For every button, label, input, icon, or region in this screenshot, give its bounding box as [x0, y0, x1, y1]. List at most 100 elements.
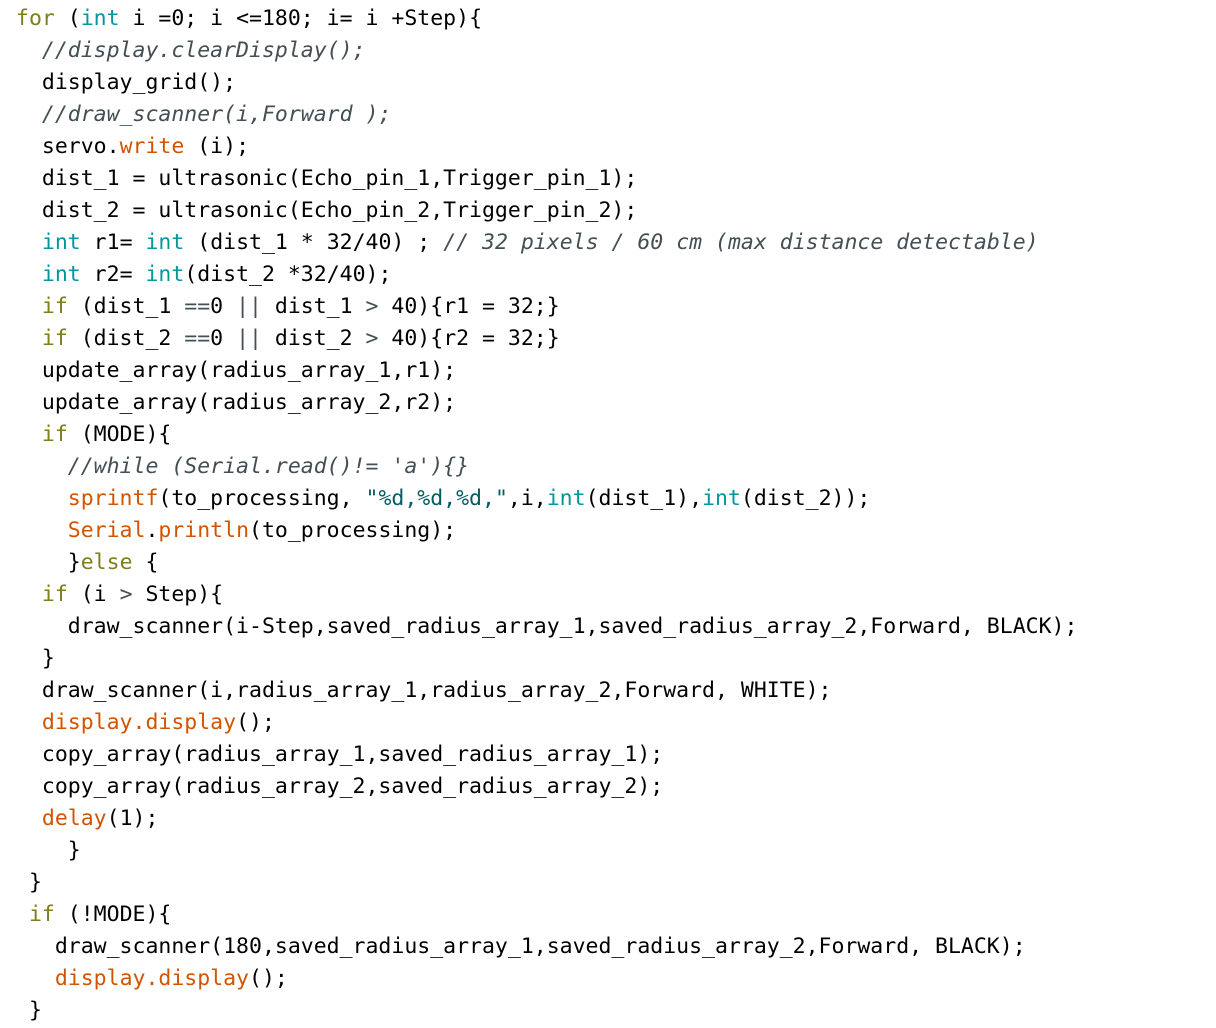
- code-line[interactable]: if (!MODE){: [16, 899, 1216, 931]
- code-token-fn: display.display: [41, 710, 237, 735]
- code-token-pl: (i: [67, 582, 120, 607]
- code-token-pl: 0: [210, 294, 237, 319]
- code-token-type: int: [145, 262, 185, 287]
- code-line[interactable]: for (int i =0; i <=180; i= i +Step){: [16, 3, 1216, 35]
- code-line[interactable]: copy_array(radius_array_1,saved_radius_a…: [16, 739, 1216, 771]
- code-token-pl: servo.: [16, 134, 120, 159]
- code-line[interactable]: copy_array(radius_array_2,saved_radius_a…: [16, 771, 1216, 803]
- code-token-pl: {: [132, 550, 159, 575]
- code-token-opg: ==: [184, 326, 211, 351]
- code-token-pl: copy_array(radius_array_1,saved_radius_a…: [16, 742, 664, 767]
- code-token-pl: (dist_2 *32/40);: [184, 262, 392, 287]
- code-token-pl: dist_1 = ultrasonic(Echo_pin_1,Trigger_p…: [16, 166, 638, 191]
- code-token-kw: for: [16, 6, 55, 31]
- code-token-fn: delay: [41, 806, 107, 831]
- code-token-cmt: //draw_scanner(i,Forward );: [41, 102, 392, 127]
- code-line[interactable]: int r1= int (dist_1 * 32/40) ; // 32 pix…: [16, 227, 1216, 259]
- code-token-pl: (to_processing,: [158, 486, 366, 511]
- code-token-fn: display.display: [54, 966, 250, 991]
- code-token-kw: if: [41, 582, 68, 607]
- code-line[interactable]: if (i > Step){: [16, 579, 1216, 611]
- code-token-cmt: //display.clearDisplay();: [41, 38, 366, 63]
- code-token-cmt: // 32 pixels / 60 cm (max distance detec…: [443, 230, 1039, 255]
- code-line[interactable]: draw_scanner(i,radius_array_1,radius_arr…: [16, 675, 1216, 707]
- code-line[interactable]: int r2= int(dist_2 *32/40);: [16, 259, 1216, 291]
- code-token-kw: if: [41, 422, 68, 447]
- code-token-pl: 40){r1 = 32;}: [378, 294, 560, 319]
- code-token-pl: (: [54, 6, 81, 31]
- code-token-type: int: [145, 230, 185, 255]
- code-token-pl: .: [145, 518, 159, 543]
- code-token-fn: println: [158, 518, 250, 543]
- code-token-pl: ,i,: [507, 486, 547, 511]
- code-token-fn: write: [119, 134, 185, 159]
- code-token-pl: update_array(radius_array_1,r1);: [16, 358, 457, 383]
- code-line[interactable]: //display.clearDisplay();: [16, 35, 1216, 67]
- code-line[interactable]: }: [16, 995, 1216, 1027]
- code-token-pl: (MODE){: [67, 422, 172, 447]
- code-line[interactable]: sprintf(to_processing, "%d,%d,%d,",i,int…: [16, 483, 1216, 515]
- code-token-pl: draw_scanner(180,saved_radius_array_1,sa…: [16, 934, 1026, 959]
- code-token-pl: copy_array(radius_array_2,saved_radius_a…: [16, 774, 664, 799]
- code-token-opg: ||: [236, 294, 262, 319]
- code-token-type: int: [702, 486, 741, 511]
- code-line[interactable]: if (MODE){: [16, 419, 1216, 451]
- code-token-pl: 40){r2 = 32;}: [378, 326, 560, 351]
- code-line[interactable]: }: [16, 643, 1216, 675]
- code-token-opg: ||: [236, 326, 262, 351]
- code-token-opg: ==: [184, 294, 211, 319]
- code-token-pl: r2=: [80, 262, 146, 287]
- code-token-type: int: [546, 486, 586, 511]
- code-token-pl: r1=: [80, 230, 146, 255]
- code-token-kw: if: [28, 902, 55, 927]
- code-line[interactable]: update_array(radius_array_2,r2);: [16, 387, 1216, 419]
- source-code-block[interactable]: for (int i =0; i <=180; i= i +Step){ //d…: [0, 0, 1216, 1028]
- code-line[interactable]: servo.write (i);: [16, 131, 1216, 163]
- code-line[interactable]: display.display();: [16, 963, 1216, 995]
- code-token-pl: (dist_1: [67, 294, 185, 319]
- code-line[interactable]: }else {: [16, 547, 1216, 579]
- code-token-pl: (1);: [106, 806, 159, 831]
- code-line[interactable]: Serial.println(to_processing);: [16, 515, 1216, 547]
- code-line[interactable]: draw_scanner(i-Step,saved_radius_array_1…: [16, 611, 1216, 643]
- code-token-pl: update_array(radius_array_2,r2);: [16, 390, 457, 415]
- code-token-pl: draw_scanner(i,radius_array_1,radius_arr…: [16, 678, 832, 703]
- code-token-pl: dist_2 = ultrasonic(Echo_pin_2,Trigger_p…: [16, 198, 638, 223]
- code-line[interactable]: display_grid();: [16, 67, 1216, 99]
- code-editor-pane[interactable]: for (int i =0; i <=180; i= i +Step){ //d…: [0, 0, 1216, 1028]
- code-line[interactable]: display.display();: [16, 707, 1216, 739]
- code-token-pl: 0: [210, 326, 237, 351]
- code-token-pl: }: [16, 646, 55, 671]
- code-line[interactable]: if (dist_1 ==0 || dist_1 > 40){r1 = 32;}: [16, 291, 1216, 323]
- code-line[interactable]: //draw_scanner(i,Forward );: [16, 99, 1216, 131]
- code-token-str: "%d,%d,%d,": [365, 486, 508, 511]
- code-line[interactable]: }: [16, 867, 1216, 899]
- code-line[interactable]: //while (Serial.read()!= 'a'){}: [16, 451, 1216, 483]
- code-token-pl: (i);: [184, 134, 250, 159]
- code-token-opg: >: [365, 294, 379, 319]
- code-line[interactable]: if (dist_2 ==0 || dist_2 > 40){r2 = 32;}: [16, 323, 1216, 355]
- code-line[interactable]: dist_1 = ultrasonic(Echo_pin_1,Trigger_p…: [16, 163, 1216, 195]
- code-line[interactable]: draw_scanner(180,saved_radius_array_1,sa…: [16, 931, 1216, 963]
- code-token-opg: >: [119, 582, 133, 607]
- code-line[interactable]: dist_2 = ultrasonic(Echo_pin_2,Trigger_p…: [16, 195, 1216, 227]
- code-token-fn: Serial: [67, 518, 146, 543]
- code-token-pl: ();: [249, 966, 288, 991]
- code-token-pl: display_grid();: [16, 70, 237, 95]
- code-token-opg: >: [365, 326, 379, 351]
- code-line[interactable]: update_array(radius_array_1,r1);: [16, 355, 1216, 387]
- code-line[interactable]: delay(1);: [16, 803, 1216, 835]
- code-line[interactable]: }: [16, 835, 1216, 867]
